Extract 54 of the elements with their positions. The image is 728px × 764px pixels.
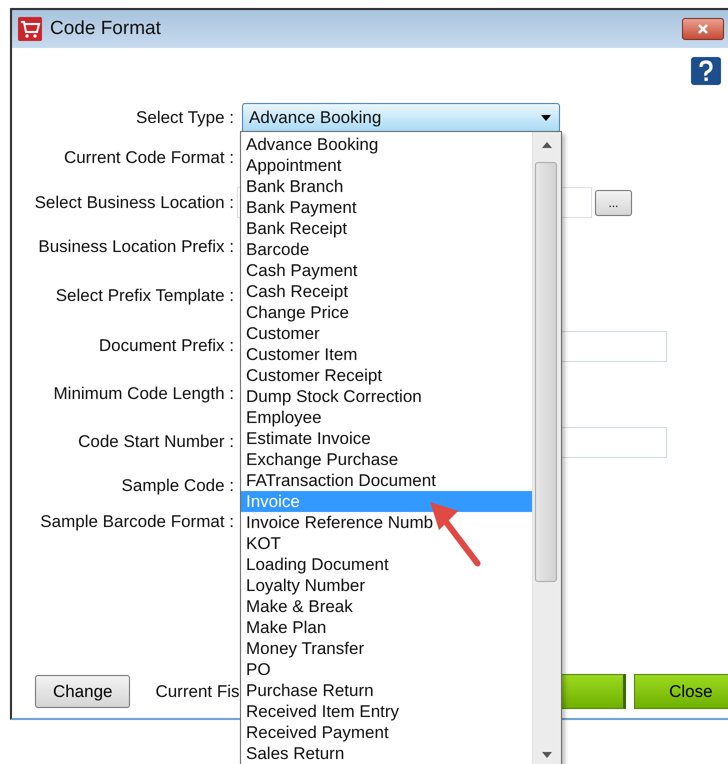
list-item[interactable]: Loading Document [241,554,532,575]
scroll-up-icon[interactable] [542,142,552,148]
list-item[interactable]: Bank Receipt [241,218,532,239]
field-label: Business Location Prefix : [37,237,234,257]
field-label: Sample Code : [120,476,234,496]
list-item[interactable]: Appointment [241,155,532,176]
list-item[interactable]: Purchase Return [241,680,532,701]
list-item[interactable]: Customer [241,323,532,344]
help-icon[interactable] [691,57,721,85]
list-item[interactable]: Customer Item [241,344,532,365]
caret-icon [541,114,551,120]
field-label: Minimum Code Length : [52,384,234,404]
field-label: Select Prefix Template : [54,286,234,306]
list-item[interactable]: PO [241,659,532,680]
scroll-down-icon[interactable] [542,752,552,758]
field-label: Current Code Format : [62,148,234,168]
list-item[interactable]: Estimate Invoice [241,428,532,449]
scrollbar[interactable] [532,132,561,764]
window-close-button[interactable] [682,18,724,40]
field-label: Sample Barcode Format : [39,512,234,532]
list-item[interactable]: Loyalty Number [241,575,532,596]
list-item[interactable]: Dump Stock Correction [241,386,532,407]
list-item[interactable]: Received Item Entry [241,701,532,722]
list-item[interactable]: Employee [241,407,532,428]
browse-button[interactable]: ... [595,190,632,216]
fiscal-label: Current Fis [155,682,240,702]
list-item[interactable]: Exchange Purchase [241,449,532,470]
list-item[interactable]: Cash Payment [241,260,532,281]
field-label: Code Start Number : [77,432,234,452]
field-label: Select Business Location : [34,192,234,212]
type-dropdown[interactable]: Advance Booking [242,102,560,132]
list-item[interactable]: Received Payment [241,722,532,743]
list-item[interactable]: Bank Payment [241,197,532,218]
list-item[interactable]: Make & Break [241,596,532,617]
list-item[interactable]: Advance Booking [241,134,532,155]
list-item[interactable]: Invoice Reference Numb [241,512,532,533]
list-item[interactable]: Money Transfer [241,638,532,659]
list-item[interactable]: Customer Receipt [241,365,532,386]
cart-icon [18,17,42,41]
list-item[interactable]: Barcode [241,239,532,260]
list-item[interactable]: Change Price [241,302,532,323]
list-item[interactable]: KOT [241,533,532,554]
list-item[interactable]: FATransaction Document [241,470,532,491]
scroll-thumb[interactable] [535,162,557,582]
list-item[interactable]: Bank Branch [241,176,532,197]
list-item[interactable]: Cash Receipt [241,281,532,302]
change-button[interactable]: Change [35,675,130,708]
close-icon [696,23,710,35]
list-item[interactable]: Make Plan [241,617,532,638]
close-button[interactable]: Close [634,674,728,709]
field-label: Document Prefix : [98,336,234,356]
list-item[interactable]: Sales Return [241,743,532,764]
field-label: Select Type : [135,108,234,128]
window-title: Code Format [50,18,161,40]
